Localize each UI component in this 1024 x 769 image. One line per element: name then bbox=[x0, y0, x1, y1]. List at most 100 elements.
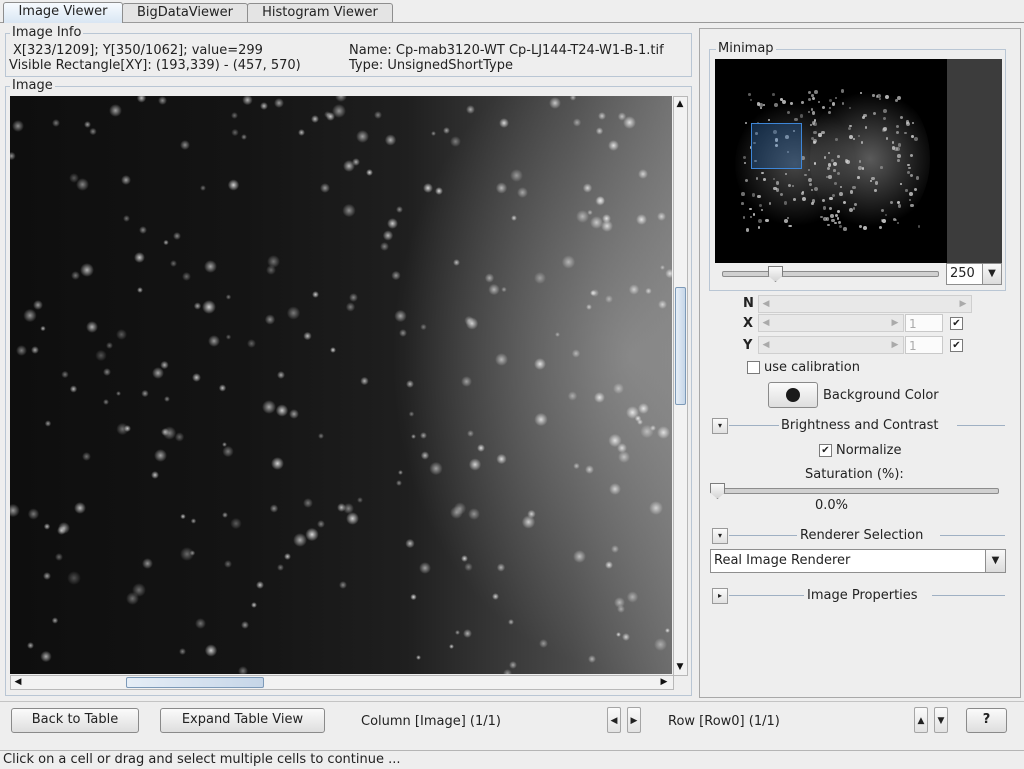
minimap-spot bbox=[872, 94, 875, 97]
dimension-x-field[interactable]: 1 bbox=[905, 314, 943, 332]
tab-label: Histogram Viewer bbox=[262, 5, 378, 20]
fluorescent-spot bbox=[67, 571, 81, 585]
previous-row-icon[interactable]: ▲ bbox=[914, 707, 928, 733]
scroll-down-icon[interactable]: ▼ bbox=[674, 661, 686, 673]
minimap-spot bbox=[848, 106, 851, 109]
fluorescent-spot bbox=[202, 300, 216, 314]
minimap-spot bbox=[813, 141, 816, 144]
minimap-spot bbox=[849, 124, 853, 128]
fluorescent-spot bbox=[283, 552, 292, 561]
fluorescent-spot bbox=[139, 226, 147, 234]
zoom-combo[interactable]: 250 ▼ bbox=[946, 263, 1002, 285]
fluorescent-spot bbox=[587, 209, 593, 216]
background-color-button[interactable] bbox=[768, 382, 818, 408]
dimension-y-field[interactable]: 1 bbox=[905, 336, 943, 354]
collapse-toggle-icon[interactable]: ▾ bbox=[712, 528, 728, 544]
section-divider bbox=[729, 425, 779, 426]
minimap-spot bbox=[827, 151, 831, 155]
scroll-left-icon[interactable]: ◀ bbox=[12, 676, 24, 688]
fluorescent-spot bbox=[477, 444, 486, 453]
minimap-spot bbox=[821, 105, 826, 110]
fluorescent-spot bbox=[443, 127, 450, 134]
tab-histogram-viewer[interactable]: Histogram Viewer bbox=[247, 3, 393, 22]
use-calibration-checkbox[interactable] bbox=[747, 361, 760, 374]
fluorescent-spot bbox=[151, 367, 165, 380]
fluorescent-spot bbox=[653, 638, 667, 652]
minimap-spot bbox=[833, 181, 837, 185]
dimension-n-slider[interactable]: ◀ ▶ bbox=[758, 295, 972, 313]
minimap-spot bbox=[885, 214, 888, 217]
fluorescent-spot bbox=[415, 654, 422, 661]
vertical-scroll-thumb[interactable] bbox=[675, 287, 686, 405]
fluorescent-spot bbox=[286, 306, 301, 320]
fluorescent-spot bbox=[82, 451, 92, 461]
minimap-spot bbox=[793, 198, 796, 201]
fluorescent-spot bbox=[115, 328, 127, 340]
collapse-toggle-icon[interactable]: ▾ bbox=[712, 418, 728, 434]
minimap-spot bbox=[896, 222, 899, 225]
renderer-select[interactable]: Real Image Renderer ▼ bbox=[710, 549, 1006, 573]
fluorescent-spot bbox=[572, 349, 581, 358]
dimension-x-checkbox[interactable]: ✔ bbox=[950, 317, 963, 330]
minimap-spot bbox=[840, 89, 844, 93]
fluorescent-spot bbox=[73, 501, 87, 515]
scroll-up-icon[interactable]: ▲ bbox=[674, 98, 686, 110]
tab-image-viewer[interactable]: Image Viewer bbox=[3, 2, 123, 23]
minimap-spot bbox=[746, 228, 750, 232]
minimap-side-area bbox=[947, 59, 1002, 263]
minimap-title: Minimap bbox=[716, 41, 776, 56]
horizontal-scroll-thumb[interactable] bbox=[126, 677, 264, 688]
expand-table-view-button[interactable]: Expand Table View bbox=[160, 708, 325, 733]
fluorescent-spot bbox=[607, 140, 619, 152]
minimap-spot bbox=[840, 186, 843, 189]
fluorescent-spot bbox=[26, 641, 34, 649]
fluorescent-spot bbox=[611, 545, 620, 554]
expand-toggle-icon[interactable]: ▸ bbox=[712, 588, 728, 604]
fluorescent-spot bbox=[491, 593, 499, 601]
fluorescent-spot bbox=[374, 111, 383, 120]
fluorescent-spot bbox=[449, 644, 455, 650]
fluorescent-spot bbox=[507, 619, 514, 625]
minimap-spot bbox=[811, 111, 816, 115]
vertical-scrollbar[interactable]: ▲ ▼ bbox=[673, 96, 688, 676]
minimap-spot bbox=[741, 192, 745, 197]
minimap-spot bbox=[828, 107, 831, 110]
scroll-right-icon[interactable]: ▶ bbox=[658, 676, 670, 688]
fluorescent-spot bbox=[318, 433, 324, 439]
fluorescent-spot bbox=[502, 669, 512, 674]
minimap-zoom-slider[interactable] bbox=[722, 271, 939, 277]
fluorescent-spot bbox=[604, 560, 613, 569]
dimension-y-checkbox[interactable]: ✔ bbox=[950, 339, 963, 352]
fluorescent-spot bbox=[533, 357, 546, 370]
dimension-x-slider[interactable]: ◀ ▶ bbox=[758, 314, 904, 332]
fluorescent-spot bbox=[305, 527, 319, 542]
next-column-icon[interactable]: ▶ bbox=[627, 707, 641, 733]
fluorescent-spot bbox=[573, 462, 581, 470]
horizontal-scrollbar[interactable]: ◀ ▶ bbox=[10, 675, 674, 690]
saturation-slider[interactable] bbox=[712, 488, 999, 494]
fluorescent-spot bbox=[342, 159, 355, 172]
dimension-y-slider[interactable]: ◀ ▶ bbox=[758, 336, 904, 354]
minimap-spot bbox=[787, 183, 791, 187]
help-button[interactable]: ? bbox=[966, 708, 1007, 733]
tab-bigdataviewer[interactable]: BigDataViewer bbox=[122, 3, 248, 22]
minimap-canvas[interactable] bbox=[715, 59, 947, 263]
image-canvas[interactable] bbox=[10, 96, 672, 674]
fluorescent-spot bbox=[10, 503, 20, 518]
chevron-down-icon[interactable]: ▼ bbox=[982, 264, 1001, 284]
minimap-selection-rect[interactable] bbox=[751, 123, 802, 169]
fluorescent-spot bbox=[57, 525, 66, 535]
fluorescent-spot bbox=[297, 128, 306, 137]
fluorescent-spot bbox=[656, 211, 667, 222]
fluorescent-spot bbox=[468, 458, 482, 471]
fluorescent-spot bbox=[218, 384, 227, 392]
fluorescent-spot bbox=[586, 303, 592, 310]
previous-column-icon[interactable]: ◀ bbox=[607, 707, 621, 733]
fluorescent-spot bbox=[10, 151, 16, 161]
normalize-checkbox[interactable]: ✔ bbox=[819, 444, 832, 457]
minimap-spot bbox=[883, 109, 888, 114]
next-row-icon[interactable]: ▼ bbox=[934, 707, 948, 733]
chevron-down-icon[interactable]: ▼ bbox=[985, 550, 1005, 572]
minimap-spot bbox=[745, 179, 749, 183]
back-to-table-button[interactable]: Back to Table bbox=[11, 708, 139, 733]
